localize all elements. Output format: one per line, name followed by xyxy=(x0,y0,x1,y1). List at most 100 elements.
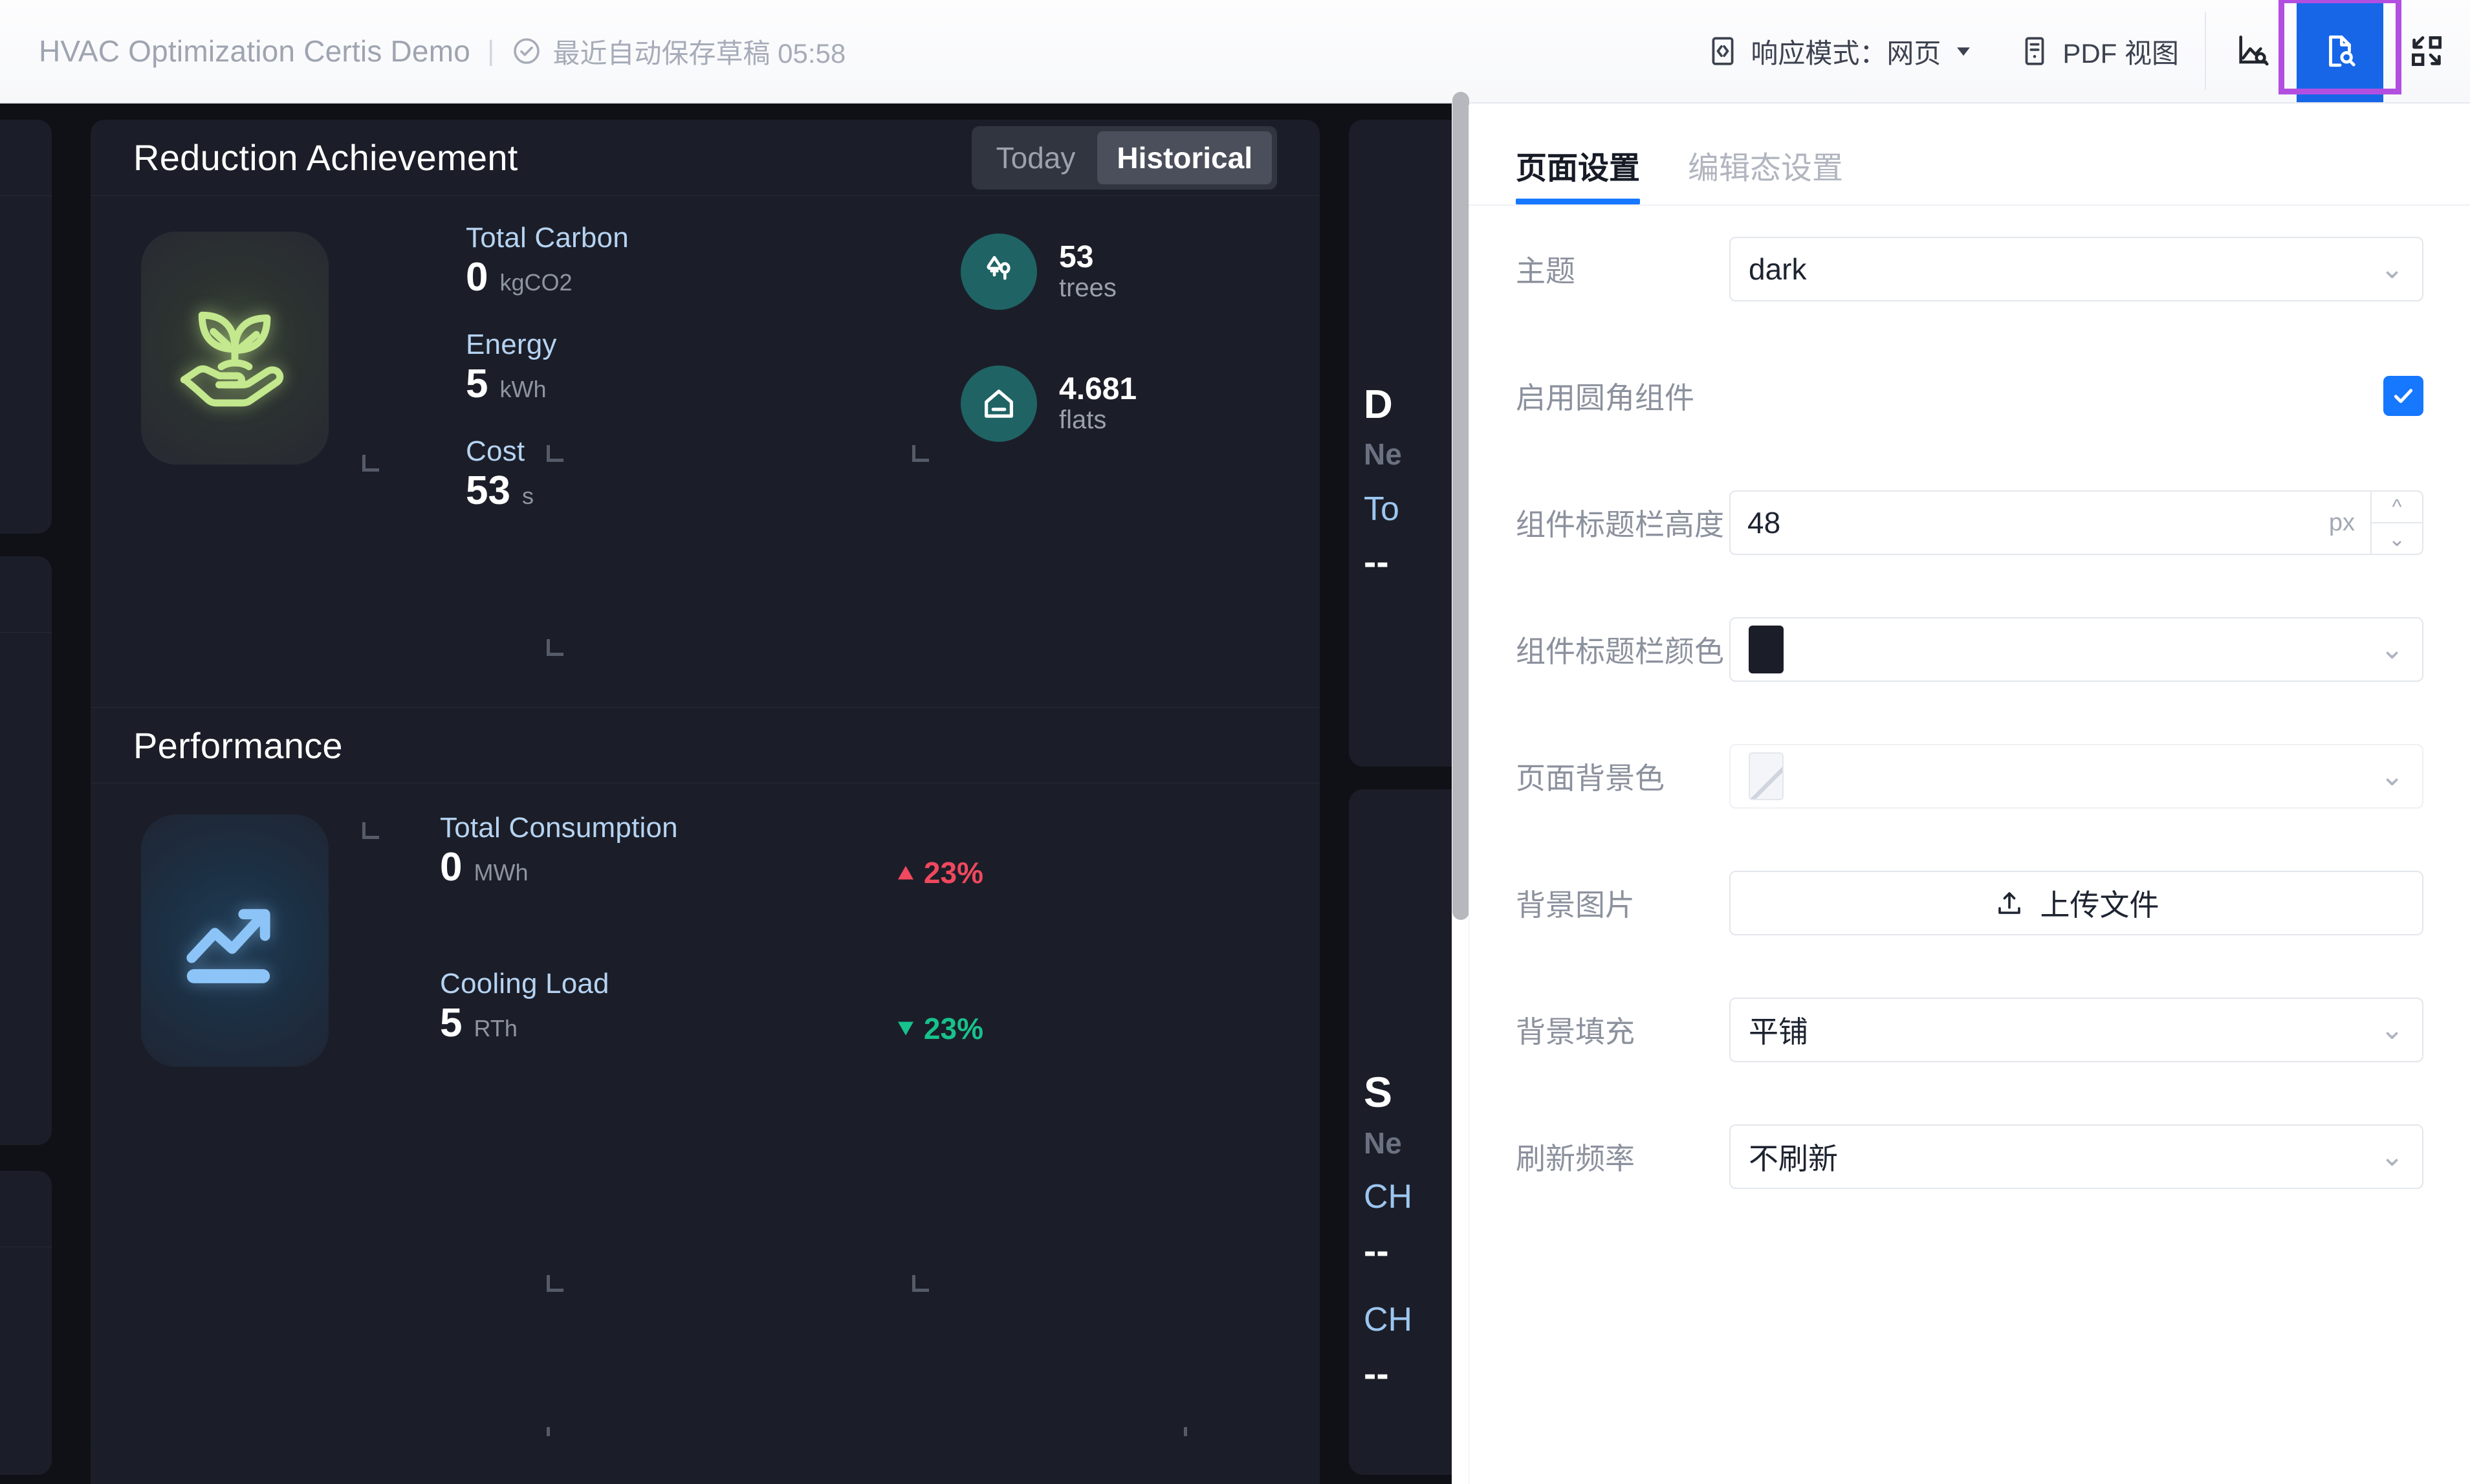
clipped-card-left-bottom xyxy=(0,1171,52,1475)
settings-row-title-color: 组件标题栏颜色 ⌄ xyxy=(1469,586,2470,713)
resize-handle[interactable] xyxy=(362,455,379,472)
fullscreen-toggle-icon xyxy=(2408,32,2445,70)
metric-value: 0 xyxy=(440,844,462,890)
metric-text: Total Consumption 0 MWh xyxy=(440,812,678,890)
chevron-down-icon xyxy=(1952,40,1974,62)
reduction-achievement-title: Reduction Achievement xyxy=(133,136,518,179)
period-toggle-historical[interactable]: Historical xyxy=(1097,131,1272,184)
clipped-card-right-top: D Ne To -- xyxy=(1349,120,1452,767)
upload-file-button[interactable]: 上传文件 xyxy=(1729,871,2423,935)
title-height-field: px ^ ⌄ xyxy=(1729,490,2423,555)
reduction-achievement-body: Total Carbon 0 kgCO2 Energy 5 kWh Cost xyxy=(91,196,1320,707)
fullscreen-toggle-button[interactable] xyxy=(2383,0,2470,102)
resize-handle[interactable] xyxy=(547,445,563,462)
stepper-down-icon[interactable]: ⌄ xyxy=(2372,523,2422,554)
page-bg-label: 页面背景色 xyxy=(1516,755,1729,798)
title-height-stepper[interactable]: ^ ⌄ xyxy=(2370,492,2422,554)
metric-label: Total Consumption xyxy=(440,812,678,844)
metric-label: Cooling Load xyxy=(440,968,609,1000)
flats-badge xyxy=(961,366,1037,442)
resize-handle[interactable] xyxy=(912,445,929,462)
clipped-label: To xyxy=(1364,490,1399,529)
metric-value-group: 5 RTh xyxy=(440,1000,609,1046)
equivalent-flats: 4.681 flats xyxy=(961,366,1137,442)
theme-field: dark ⌄ xyxy=(1729,237,2423,301)
bg-fill-select[interactable]: 平铺 ⌄ xyxy=(1729,998,2423,1062)
page-bg-select[interactable]: ⌄ xyxy=(1729,744,2423,809)
metric-label: Total Carbon xyxy=(466,222,828,254)
metric-delta-down: 23% xyxy=(894,1011,983,1046)
top-bar-left: HVAC Optimization Certis Demo | 最近自动保存草稿… xyxy=(0,32,1685,71)
clipped-title: D xyxy=(1364,382,1393,428)
chevron-down-icon: ⌄ xyxy=(2380,1142,2404,1171)
dashboard-canvas: Reduction Achievement Today Historical xyxy=(0,104,1452,1484)
clipped-title: S xyxy=(1364,1067,1392,1117)
page-bg-swatch-empty xyxy=(1749,752,1784,800)
clipped-card-header xyxy=(0,1171,52,1247)
title-height-number[interactable]: px ^ ⌄ xyxy=(1729,490,2423,555)
resize-handle[interactable] xyxy=(547,639,563,656)
plant-in-hand-tile xyxy=(141,232,329,464)
chevron-down-icon: ⌄ xyxy=(2380,1016,2404,1044)
title-color-swatch xyxy=(1749,626,1784,673)
triangle-up-icon xyxy=(894,861,917,884)
title-height-input[interactable] xyxy=(1731,492,2329,554)
period-toggle[interactable]: Today Historical xyxy=(972,126,1277,190)
autosave-text: 最近自动保存草稿 05:58 xyxy=(552,32,846,71)
refresh-select[interactable]: 不刷新 ⌄ xyxy=(1729,1124,2423,1189)
settings-row-refresh: 刷新频率 不刷新 ⌄ xyxy=(1469,1093,2470,1220)
tab-editor-settings[interactable]: 编辑态设置 xyxy=(1688,142,1843,204)
app-top-bar: HVAC Optimization Certis Demo | 最近自动保存草稿… xyxy=(0,0,2470,104)
resize-handle[interactable] xyxy=(547,1275,563,1292)
theme-value: dark xyxy=(1749,252,1806,287)
metric-value: 0 xyxy=(466,254,488,300)
title-color-select[interactable]: ⌄ xyxy=(1729,617,2423,682)
clipped-card-right-bottom: S Ne CH -- CH -- xyxy=(1349,789,1452,1475)
rounded-field xyxy=(1729,376,2423,416)
clipped-subtitle: Ne xyxy=(1364,437,1402,472)
metric-value-group: 0 MWh xyxy=(440,844,678,890)
equivalent-trees-text: 53 trees xyxy=(1059,241,1117,302)
clipped-value: -- xyxy=(1364,540,1389,584)
pdf-view-label: PDF 视图 xyxy=(2062,32,2179,71)
settings-row-title-height: 组件标题栏高度 px ^ ⌄ xyxy=(1469,459,2470,586)
canvas-scrollbar[interactable] xyxy=(1452,92,1469,920)
check-circle-icon xyxy=(511,36,542,67)
reduction-equivalents: 53 trees 4.681 xyxy=(961,234,1137,442)
stepper-up-icon[interactable]: ^ xyxy=(2372,492,2422,523)
resize-handle[interactable] xyxy=(912,1275,929,1292)
equivalent-value: 53 xyxy=(1059,241,1117,274)
rounded-checkbox[interactable] xyxy=(2383,376,2423,416)
metric-energy: Energy 5 kWh xyxy=(466,329,828,407)
period-toggle-today[interactable]: Today xyxy=(977,131,1095,184)
refresh-label: 刷新频率 xyxy=(1516,1135,1729,1178)
tab-page-settings[interactable]: 页面设置 xyxy=(1516,142,1640,204)
clipped-subtitle: Ne xyxy=(1364,1126,1402,1161)
theme-select[interactable]: dark ⌄ xyxy=(1729,237,2423,301)
clipped-card-bottom xyxy=(91,1436,1320,1484)
metric-delta-up: 23% xyxy=(894,855,983,890)
metric-value-group: 53 s xyxy=(466,468,828,514)
reduction-metrics: Total Carbon 0 kgCO2 Energy 5 kWh Cost xyxy=(466,222,828,514)
trending-up-icon xyxy=(170,876,300,1005)
chart-preview-button[interactable] xyxy=(2210,0,2297,102)
responsive-mode-button[interactable]: 响应模式：网页 xyxy=(1685,0,1996,102)
title-color-label: 组件标题栏颜色 xyxy=(1516,628,1729,671)
metric-value: 5 xyxy=(440,1000,462,1046)
metric-value-group: 0 kgCO2 xyxy=(466,254,828,300)
bg-image-label: 背景图片 xyxy=(1516,882,1729,924)
page-preview-wrap xyxy=(2297,0,2383,102)
clipped-card-left-middle xyxy=(0,556,52,1145)
resize-handle[interactable] xyxy=(362,822,379,839)
page-preview-button[interactable] xyxy=(2297,0,2383,102)
performance-metrics: Total Consumption 0 MWh 23% xyxy=(440,812,1236,1046)
trending-up-tile xyxy=(141,814,329,1067)
clipped-card-header xyxy=(0,556,52,633)
upload-icon xyxy=(1994,888,2025,919)
pdf-view-button[interactable]: PDF 视图 xyxy=(1996,0,2201,102)
dashboard-card-main[interactable]: Reduction Achievement Today Historical xyxy=(91,120,1320,1475)
delta-value: 23% xyxy=(924,855,983,890)
chevron-down-icon: ⌄ xyxy=(2380,635,2404,664)
title-color-field: ⌄ xyxy=(1729,617,2423,682)
bg-fill-field: 平铺 ⌄ xyxy=(1729,998,2423,1062)
